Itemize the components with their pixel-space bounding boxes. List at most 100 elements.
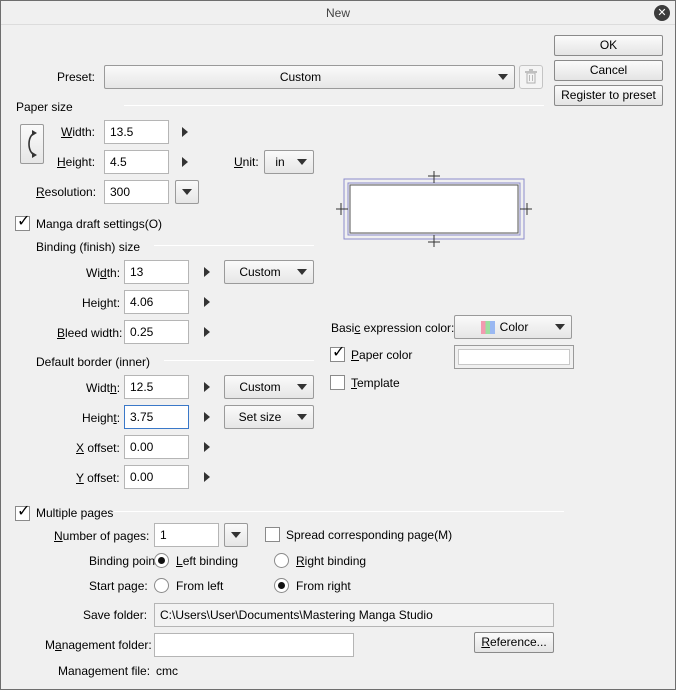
from-right-radio[interactable] (274, 578, 289, 593)
border-height-input[interactable]: 3.75 (124, 405, 189, 429)
x-offset-stepper-icon[interactable] (204, 442, 210, 452)
border-width-stepper-icon[interactable] (204, 382, 210, 392)
paper-height-input[interactable]: 4.5 (104, 150, 169, 174)
right-binding-label: Right binding (296, 554, 367, 568)
resolution-dropdown[interactable] (175, 180, 199, 204)
border-height-preset-dropdown[interactable]: Set size (224, 405, 314, 429)
binding-width-label: Width: (86, 266, 121, 280)
trash-icon (525, 69, 537, 84)
manga-draft-checkbox[interactable]: ✓ (15, 213, 31, 231)
border-height-preset-value: Set size (238, 410, 282, 424)
left-binding-radio[interactable] (154, 553, 169, 568)
ok-button[interactable]: OK (554, 35, 663, 56)
management-folder-label: Management folder: (45, 638, 152, 652)
chevron-down-icon (297, 269, 307, 275)
delete-preset-button[interactable] (519, 65, 543, 89)
paper-width-stepper-icon[interactable] (182, 127, 188, 137)
border-width-input[interactable]: 12.5 (124, 375, 189, 399)
spread-page-label: Spread corresponding page(M) (286, 528, 453, 542)
expression-color-label: Basic expression color: (331, 321, 455, 335)
paper-size-divider (124, 105, 544, 106)
border-width-preset-value: Custom (239, 380, 281, 394)
binding-size-divider (154, 245, 314, 246)
checkmark-icon: ✓ (17, 213, 31, 230)
from-left-label: From left (176, 579, 224, 593)
save-folder-label: Save folder: (83, 608, 148, 622)
chevron-down-icon (498, 74, 508, 80)
unit-label: Unit: (234, 155, 259, 169)
bleed-width-input[interactable]: 0.25 (124, 320, 189, 344)
left-binding-label: Left binding (176, 554, 239, 568)
paper-color-label: Paper color (351, 348, 413, 362)
chevron-down-icon (297, 414, 307, 420)
paper-size-heading: Paper size (16, 100, 73, 114)
from-right-label: From right (296, 579, 351, 593)
binding-width-stepper-icon[interactable] (204, 267, 210, 277)
paper-color-fill (458, 349, 570, 365)
paper-width-input[interactable]: 13.5 (104, 120, 169, 144)
multiple-pages-divider (114, 511, 564, 512)
y-offset-label: Y offset: (76, 471, 120, 485)
radio-dot-icon (278, 582, 285, 589)
save-folder-field[interactable]: C:\Users\User\Documents\Mastering Manga … (154, 603, 554, 627)
binding-width-preset-value: Custom (239, 265, 281, 279)
preset-value: Custom (279, 70, 322, 84)
reference-button[interactable]: Reference... (474, 632, 554, 653)
y-offset-input[interactable]: 0.00 (124, 465, 189, 489)
x-offset-input[interactable]: 0.00 (124, 435, 189, 459)
binding-width-preset-dropdown[interactable]: Custom (224, 260, 314, 284)
default-border-heading: Default border (inner) (36, 355, 151, 369)
chevron-down-icon (231, 532, 241, 538)
multiple-pages-checkbox[interactable]: ✓ (15, 503, 31, 521)
binding-size-heading: Binding (finish) size (36, 240, 141, 254)
border-width-preset-dropdown[interactable]: Custom (224, 375, 314, 399)
border-height-stepper-icon[interactable] (204, 412, 210, 422)
border-height-label: Height: (82, 411, 121, 425)
page-count-input[interactable]: 1 (154, 523, 219, 547)
management-folder-input[interactable] (154, 633, 354, 657)
y-offset-stepper-icon[interactable] (204, 472, 210, 482)
binding-point-label: Binding point: (89, 554, 162, 568)
radio-dot-icon (158, 557, 165, 564)
unit-value: in (275, 155, 285, 169)
preset-dropdown[interactable]: Custom (104, 65, 515, 89)
bleed-width-stepper-icon[interactable] (204, 327, 210, 337)
paper-color-swatch[interactable] (454, 345, 574, 369)
template-checkbox[interactable] (330, 375, 345, 390)
binding-height-label: Height: (82, 296, 121, 310)
management-file-value: cmc (156, 664, 178, 678)
expression-color-value: Color (499, 320, 529, 334)
page-count-dropdown[interactable] (224, 523, 248, 547)
chevron-down-icon (297, 159, 307, 165)
spread-page-checkbox[interactable] (265, 527, 280, 542)
rotate-icon (28, 130, 37, 158)
paper-height-stepper-icon[interactable] (182, 157, 188, 167)
checkmark-icon: ✓ (17, 503, 31, 520)
right-binding-radio[interactable] (274, 553, 289, 568)
start-page-label: Start page: (89, 579, 148, 593)
manga-draft-label: Manga draft settings(O) (36, 217, 163, 231)
paper-color-checkbox[interactable]: ✓ (330, 344, 346, 362)
binding-height-input[interactable]: 4.06 (124, 290, 189, 314)
window-title: New (325, 6, 350, 20)
x-offset-label: X offset: (76, 441, 120, 455)
swap-orientation-button[interactable] (20, 124, 44, 164)
preset-label: Preset: (57, 70, 96, 84)
binding-height-stepper-icon[interactable] (204, 297, 210, 307)
new-document-dialog: New ✕ OK Cancel Register to preset Prese… (0, 0, 676, 690)
register-preset-button[interactable]: Register to preset (554, 85, 663, 106)
paper-width-label: Width: (61, 125, 96, 139)
border-width-label: Width: (86, 381, 121, 395)
expression-color-dropdown[interactable]: Color (454, 315, 572, 339)
resolution-input[interactable]: 300 (104, 180, 169, 204)
from-left-radio[interactable] (154, 578, 169, 593)
close-icon[interactable]: ✕ (654, 5, 670, 21)
binding-width-input[interactable]: 13 (124, 260, 189, 284)
cancel-button[interactable]: Cancel (554, 60, 663, 81)
checkmark-icon: ✓ (332, 344, 346, 361)
multiple-pages-label: Multiple pages (36, 506, 114, 520)
chevron-down-icon (297, 384, 307, 390)
unit-dropdown[interactable]: in (264, 150, 314, 174)
bleed-width-label: Bleed width: (57, 326, 123, 340)
chevron-down-icon (182, 189, 192, 195)
